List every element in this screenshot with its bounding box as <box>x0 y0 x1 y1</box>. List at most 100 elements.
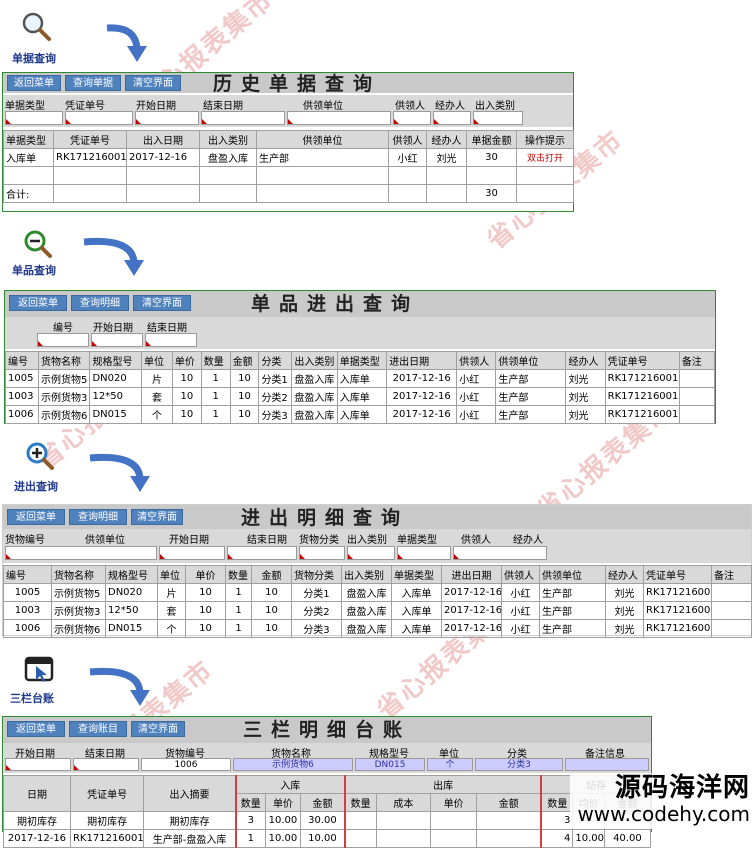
table-row[interactable]: 入库单 RK171216001 2017-12-16 盘盈入库 生产部 小红 刘… <box>3 148 574 167</box>
cell <box>711 619 752 638</box>
handler-input[interactable] <box>433 111 471 125</box>
query-account-button[interactable]: 查询账目 <box>69 721 127 737</box>
unit-field: 个 <box>427 758 473 771</box>
column-header: 出入类别 <box>291 351 338 370</box>
column-header: 出入类别 <box>199 130 257 149</box>
filter-label: 凭证单号 <box>65 101 105 112</box>
person-input[interactable] <box>453 546 547 560</box>
open-link[interactable]: 双击打开 <box>516 148 574 167</box>
table-row[interactable]: 1003 示例货物3 12*50 套 10 1 10 分类2 盘盈入库 入库单 2017-12-16… <box>3 601 752 620</box>
cell: RK171216001 <box>643 619 712 638</box>
column-header: 凭证单号 <box>69 775 145 812</box>
cell <box>678 387 716 406</box>
return-menu-button[interactable]: 返回菜单 <box>7 509 65 525</box>
cell: 盘盈入库 <box>341 619 392 638</box>
column-header: 单价 <box>430 793 478 812</box>
arrow-down-icon <box>89 667 150 706</box>
item-code-input[interactable] <box>37 333 89 347</box>
column-header: 单价 <box>185 565 226 584</box>
clear-button[interactable]: 清空界面 <box>131 509 183 525</box>
io-type-input[interactable] <box>347 546 395 560</box>
bill-type-input[interactable] <box>397 546 451 560</box>
column-header: 单据类型 <box>336 351 388 370</box>
table-row[interactable]: 1005 示例货物5 DN020 片 10 1 10 分类1 盘盈入库 入库单 2017-12-16… <box>3 583 752 602</box>
cell: 10 <box>251 583 292 602</box>
start-date-input[interactable] <box>5 758 71 771</box>
cell <box>476 811 543 830</box>
unit-input[interactable] <box>287 111 391 125</box>
column-header: 金额 <box>251 565 292 584</box>
cell: 示例货物5 <box>37 369 91 388</box>
io-table: 编号 货物名称 规格型号 单位 单价 数量 金额 货物分类 出入类别 单据类型 … <box>3 565 752 638</box>
table-row[interactable]: 1006 示例货物6 DN015 个 10 1 10 分类3 盘盈入库 入库单 2017-12-16… <box>3 619 752 638</box>
column-header: 分类 <box>258 351 293 370</box>
cell: 生产部 <box>256 148 389 167</box>
cell: 刘光 <box>426 148 467 167</box>
item-class-input[interactable] <box>299 546 345 560</box>
section-label-item-query: 单品查询 <box>12 264 56 277</box>
table-row[interactable]: 2017-12-16 RK171216001 生产部-盘盈入库 1 10.00 … <box>3 829 652 848</box>
filter-label: 经办人 <box>513 535 543 546</box>
clear-button[interactable]: 清空界面 <box>133 295 191 311</box>
section-label-io-query: 进出查询 <box>14 480 58 493</box>
clear-button[interactable]: 清空界面 <box>131 721 185 737</box>
item-code-input[interactable]: 1006 <box>141 758 231 771</box>
io-type-input[interactable] <box>473 111 523 125</box>
return-menu-button[interactable]: 返回菜单 <box>7 721 65 737</box>
return-menu-button[interactable]: 返回菜单 <box>7 75 61 91</box>
return-menu-button[interactable]: 返回菜单 <box>9 295 67 311</box>
person-input[interactable] <box>393 111 431 125</box>
cell: 分类2 <box>258 387 293 406</box>
cell: 30.00 <box>300 811 346 830</box>
end-date-input[interactable] <box>145 333 197 347</box>
total-row: 合计: 30 <box>3 184 574 203</box>
column-header: 操作提示 <box>516 130 574 149</box>
zoom-out-icon <box>22 228 54 260</box>
table-row[interactable]: 1003 示例货物3 12*50 套 10 1 10 分类2 盘盈入库 入库单 2017-12-16… <box>5 387 716 406</box>
table-row <box>3 166 574 185</box>
toolbar: 返回菜单 查询账目 清空界面 三栏明细台账 <box>3 717 651 743</box>
query-bill-button[interactable]: 查询单据 <box>65 75 121 91</box>
table-row[interactable]: 1005 示例货物5 DN020 片 10 1 10 分类1 盘盈入库 入库单 2017-12-16… <box>5 369 716 388</box>
cell: 2017-12-16 <box>3 829 71 848</box>
note-field <box>565 758 649 771</box>
cell: 入库单 <box>336 387 388 406</box>
column-header: 供领单位 <box>539 565 606 584</box>
cell: 10 <box>251 619 292 638</box>
filter-label: 出入类别 <box>347 535 387 546</box>
total-label: 合计: <box>3 184 54 203</box>
end-date-input[interactable] <box>201 111 285 125</box>
column-header: 规格型号 <box>105 565 158 584</box>
column-header: 供领人 <box>456 351 497 370</box>
page-title: 三栏明细台账 <box>243 719 412 741</box>
item-code-input[interactable] <box>5 546 157 560</box>
filter-bar: 开始日期 结束日期 货物编号 货物名称 规格型号 单位 分类 备注信息 1006… <box>3 743 651 773</box>
group-header-in: 入库 <box>234 775 346 794</box>
end-date-input[interactable] <box>227 546 297 560</box>
toolbar: 返回菜单 查询明细 清空界面 进出明细查询 <box>3 505 751 529</box>
clear-button[interactable]: 清空界面 <box>125 75 181 91</box>
end-date-input[interactable] <box>73 758 139 771</box>
cell: 盘盈入库 <box>199 148 257 167</box>
cell: 1 <box>225 601 252 620</box>
column-header: 经办人 <box>565 351 606 370</box>
column-header: 经办人 <box>426 130 467 149</box>
bill-type-input[interactable] <box>5 111 63 125</box>
table-row[interactable]: 期初库存 期初库存 期初库存 3 10.00 30.00 3 <box>3 811 652 830</box>
voucher-no-input[interactable] <box>65 111 133 125</box>
filter-label: 结束日期 <box>147 323 187 334</box>
cell: 盘盈入库 <box>341 601 392 620</box>
table-row[interactable]: 1006 示例货物6 DN015 个 10 1 10 分类3 盘盈入库 入库单 2017-12-16… <box>5 405 716 424</box>
cell: 刘光 <box>565 387 606 406</box>
start-date-input[interactable] <box>159 546 225 560</box>
cell: 刘光 <box>605 601 644 620</box>
query-detail-button[interactable]: 查询明细 <box>71 295 129 311</box>
query-detail-button[interactable]: 查询明细 <box>69 509 127 525</box>
column-header: 金额 <box>229 351 260 370</box>
start-date-input[interactable] <box>91 333 143 347</box>
cell <box>678 405 716 424</box>
column-header: 凭证单号 <box>604 351 680 370</box>
start-date-input[interactable] <box>135 111 199 125</box>
page-title: 历史单据查询 <box>213 73 382 95</box>
cell: DN015 <box>89 405 142 424</box>
